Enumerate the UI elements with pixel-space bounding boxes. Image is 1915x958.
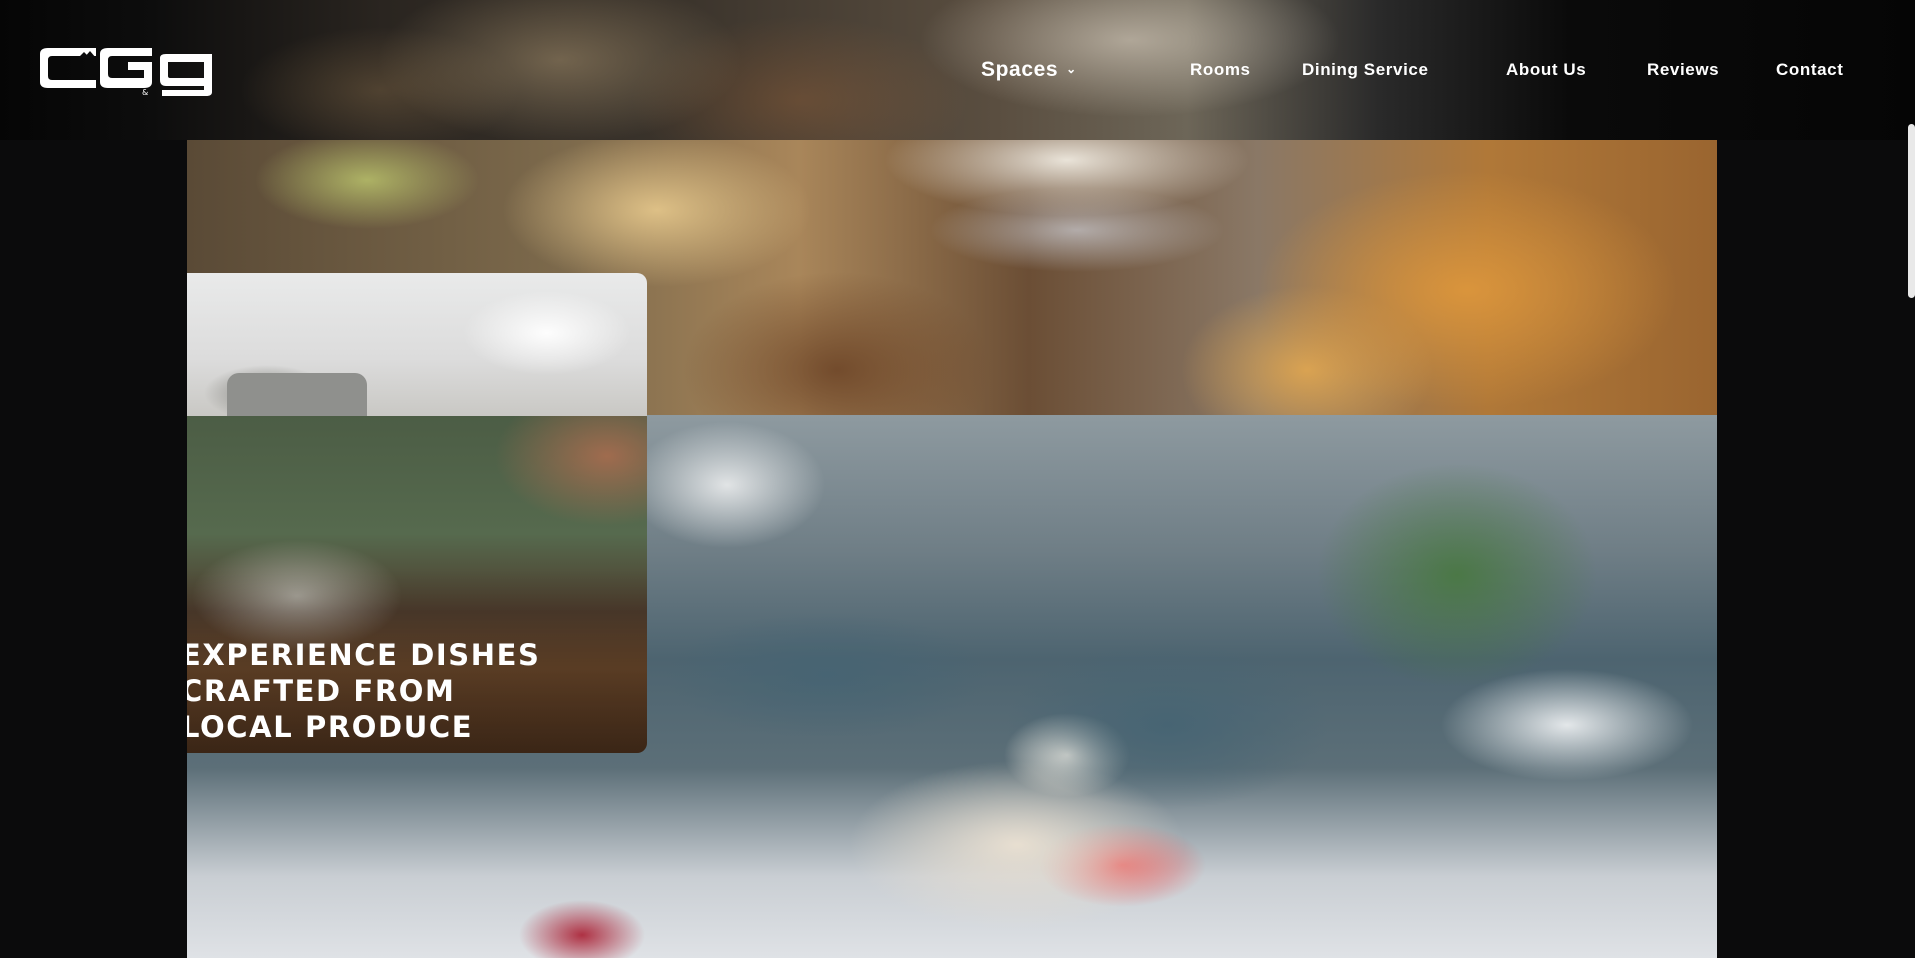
- main-navigation: Spaces ⌄ Rooms Dining Service About Us Re…: [0, 0, 1915, 140]
- nav-contact[interactable]: Contact: [1776, 60, 1843, 80]
- headline-line-1: EXPERIENCE DISHES: [187, 638, 541, 672]
- page: & Spaces ⌄ Rooms Dining Service About Us …: [0, 0, 1915, 958]
- nav-rooms[interactable]: Rooms: [1190, 60, 1251, 80]
- nav-about-us[interactable]: About Us: [1506, 60, 1586, 80]
- teapot-shape: [227, 373, 367, 416]
- site-header: & Spaces ⌄ Rooms Dining Service About Us …: [0, 0, 1915, 140]
- chevron-down-icon: ⌄: [1066, 62, 1077, 76]
- nav-reviews[interactable]: Reviews: [1647, 60, 1719, 80]
- dessert-cup-image: EXPERIENCE DISHES CRAFTED FROM LOCAL PRO…: [187, 416, 647, 753]
- nav-spaces-label: Spaces: [981, 58, 1059, 81]
- nav-spaces[interactable]: Spaces ⌄: [981, 58, 1077, 82]
- headline-line-2: CRAFTED FROM: [187, 674, 456, 708]
- hero-gallery: EXPERIENCE DISHES CRAFTED FROM LOCAL PRO…: [187, 140, 1717, 958]
- hero-headline: EXPERIENCE DISHES CRAFTED FROM LOCAL PRO…: [187, 637, 647, 745]
- page-scrollbar[interactable]: [1908, 124, 1915, 298]
- nav-dining-service[interactable]: Dining Service: [1302, 60, 1429, 80]
- headline-line-3: LOCAL PRODUCE: [187, 710, 474, 744]
- teapot-image: [187, 273, 647, 416]
